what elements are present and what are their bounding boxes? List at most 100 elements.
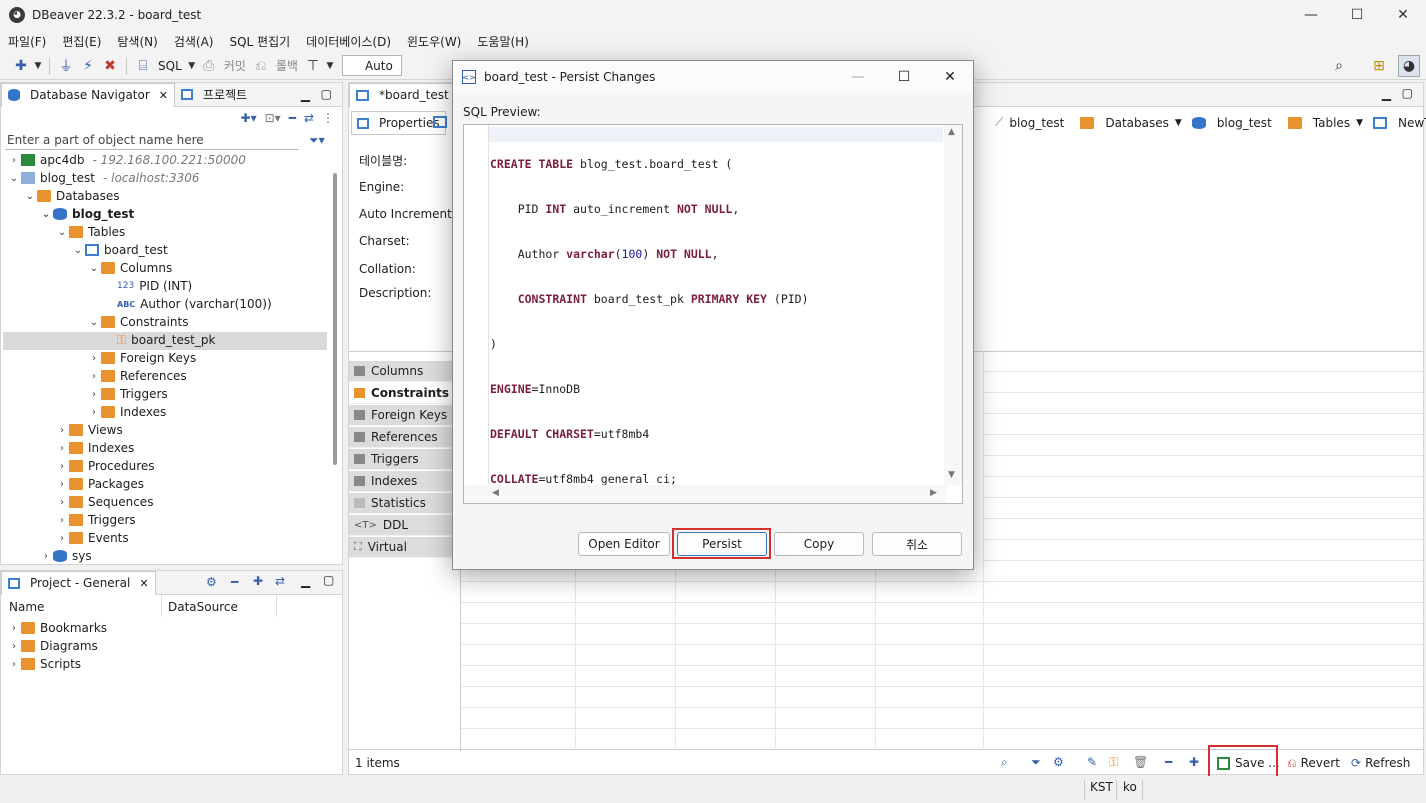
tree-item-column-author[interactable]: ABC Author (varchar(100)) [103, 295, 272, 313]
side-tab-ddl[interactable]: <T> DDL [349, 515, 452, 536]
tree-item-events[interactable]: › Events [55, 529, 129, 547]
menu-search[interactable]: 검색(A) [166, 33, 222, 50]
link-editor-icon[interactable]: ⇄ [275, 574, 285, 588]
tree-item-packages[interactable]: › Packages [55, 475, 144, 493]
minimize-view-icon[interactable]: ▁ [301, 88, 310, 102]
reconnect-icon[interactable]: ⚡ [77, 55, 99, 77]
tab-database-navigator[interactable]: Database Navigator ✕ [1, 82, 176, 107]
scroll-up-icon[interactable]: ▲ [948, 127, 955, 137]
tree-item-columns[interactable]: ⌄ Columns [87, 259, 172, 277]
tree-item-blog-test-connection[interactable]: ⌄ blog_test - localhost:3306 [7, 169, 200, 187]
tree-item-apc4db[interactable]: › apc4db - 192.168.100.221:50000 [7, 151, 246, 169]
auto-commit-select[interactable]: Auto [341, 55, 402, 76]
tab-project-general[interactable]: Project - General ✕ [1, 570, 156, 595]
tab-project[interactable]: 프로젝트 [175, 83, 253, 107]
breadcrumb-new-table[interactable]: NewTable [1398, 116, 1426, 130]
dbeaver-perspective-icon[interactable]: ◕ [1398, 54, 1420, 77]
sql-vertical-scrollbar[interactable]: ▲ ▼ [944, 125, 962, 485]
side-tab-columns[interactable]: Columns [349, 361, 452, 382]
tree-item-indexes[interactable]: › Indexes [55, 439, 134, 457]
breadcrumb-databases[interactable]: Databases [1105, 116, 1169, 130]
er-diagram-tab-icon[interactable] [433, 116, 447, 128]
tree-item-constraints[interactable]: ⌄ Constraints [87, 313, 189, 331]
menu-help[interactable]: 도움말(H) [469, 33, 537, 50]
minimize-view-icon[interactable]: ▁ [301, 574, 310, 588]
rollback-button[interactable]: 롤백 [276, 57, 298, 74]
refresh-button[interactable]: ⟳ Refresh [1351, 752, 1410, 774]
side-tab-indexes[interactable]: Indexes [349, 471, 452, 492]
tree-item-foreign-keys[interactable]: › Foreign Keys [87, 349, 196, 367]
minimize-button[interactable]: — [1288, 0, 1334, 30]
side-tab-virtual[interactable]: ⛶ Virtual [349, 537, 452, 558]
disconnect-icon[interactable]: ✖ [99, 55, 121, 77]
delete-icon[interactable]: 🗑 [1133, 755, 1148, 769]
chevron-down-icon[interactable]: ▼ [186, 55, 198, 77]
dialog-close-button[interactable]: ✕ [927, 61, 973, 93]
new-connection-icon[interactable]: ✚ [10, 55, 32, 77]
expand-all-icon[interactable]: ✚ [253, 574, 263, 588]
tree-item-sys[interactable]: › sys [39, 547, 92, 565]
menu-navigate[interactable]: 탐색(N) [109, 33, 165, 50]
open-editor-button[interactable]: Open Editor [578, 532, 670, 556]
close-button[interactable]: ✕ [1380, 0, 1426, 30]
sql-preview-editor[interactable]: CREATE TABLE blog_test.board_test ( PID … [463, 124, 963, 504]
sql-button[interactable]: SQL [158, 59, 182, 73]
new-connection-icon[interactable]: ✚▾ [241, 111, 257, 125]
sql-editor-icon[interactable]: ⌸ [132, 55, 154, 77]
tree-item-databases[interactable]: ⌄ Databases [23, 187, 120, 205]
tab-properties[interactable]: Properties [351, 111, 446, 135]
tree-item-views[interactable]: › Views [55, 421, 123, 439]
transaction-mode-icon[interactable]: ⊤ [302, 55, 324, 77]
menu-window[interactable]: 윈도우(W) [399, 33, 469, 50]
chevron-down-icon[interactable]: ▼ [32, 55, 44, 77]
filter-icon[interactable]: ⏷ [1031, 755, 1041, 770]
collapse-all-icon[interactable]: ━ [289, 111, 296, 125]
cancel-button[interactable]: 취소 [872, 532, 962, 556]
connect-icon[interactable]: ⏚ [55, 55, 77, 77]
chevron-down-icon[interactable]: ▼ [1356, 118, 1363, 128]
search-icon[interactable]: ⌕ [1328, 55, 1350, 77]
tree-item-sequences[interactable]: › Sequences [55, 493, 153, 511]
maximize-view-icon[interactable]: ▢ [1402, 86, 1413, 100]
tree-item-column-pid[interactable]: 123 PID (INT) [103, 277, 192, 295]
close-icon[interactable]: ✕ [159, 89, 168, 102]
collapse-all-icon[interactable]: ━ [231, 575, 238, 589]
gear-icon[interactable]: ⚙ [1053, 755, 1064, 769]
new-folder-icon[interactable]: ⊡▾ [265, 111, 281, 125]
side-tab-statistics[interactable]: Statistics [349, 493, 452, 514]
maximize-view-icon[interactable]: ▢ [323, 573, 334, 587]
chevron-down-icon[interactable]: ▼ [1175, 118, 1182, 128]
breadcrumb-blog-test-db[interactable]: blog_test [1217, 116, 1272, 130]
side-tab-constraints[interactable]: Constraints [349, 383, 452, 404]
rollback-icon[interactable]: ⎌ [250, 55, 272, 77]
minimize-view-icon[interactable]: ▁ [1382, 87, 1391, 101]
filter-icon[interactable]: ⏷▾ [309, 133, 325, 148]
maximize-button[interactable]: ☐ [1334, 0, 1380, 30]
search-icon[interactable]: ⌕ [1001, 755, 1008, 770]
close-icon[interactable]: ✕ [139, 577, 148, 590]
tree-item-table-triggers[interactable]: › Triggers [87, 385, 168, 403]
menu-file[interactable]: 파일(F) [0, 33, 54, 50]
link-editor-icon[interactable]: ⇄ [304, 111, 314, 125]
project-item-bookmarks[interactable]: › Bookmarks [7, 619, 107, 637]
maximize-view-icon[interactable]: ▢ [321, 87, 332, 101]
sql-horizontal-scrollbar[interactable]: ◀ ▶ [464, 485, 946, 503]
new-constraint-icon[interactable]: ⚿ [1109, 755, 1118, 770]
revert-button[interactable]: ⎌ Revert [1287, 752, 1340, 774]
tree-item-board-test[interactable]: ⌄ board_test [71, 241, 168, 259]
column-header-datasource[interactable]: DataSource [168, 600, 238, 614]
menu-sql-editor[interactable]: SQL 편집기 [221, 33, 298, 50]
navigator-scrollbar[interactable] [333, 173, 337, 465]
column-header-name[interactable]: Name [9, 600, 44, 614]
view-menu-icon[interactable]: ⋮ [322, 111, 334, 125]
collapse-icon[interactable]: ━ [1165, 755, 1172, 769]
menu-edit[interactable]: 편집(E) [54, 33, 109, 50]
commit-button[interactable]: 커밋 [224, 57, 246, 74]
chevron-down-icon[interactable]: ▼ [324, 55, 336, 77]
tree-item-board-test-pk[interactable]: ⚿ board_test_pk [103, 331, 215, 349]
gear-icon[interactable]: ⚙ [206, 575, 217, 589]
navigator-filter-input[interactable]: Enter a part of object name here [5, 131, 299, 150]
project-item-diagrams[interactable]: › Diagrams [7, 637, 98, 655]
expand-icon[interactable]: ✚ [1189, 755, 1199, 769]
tree-item-triggers[interactable]: › Triggers [55, 511, 136, 529]
